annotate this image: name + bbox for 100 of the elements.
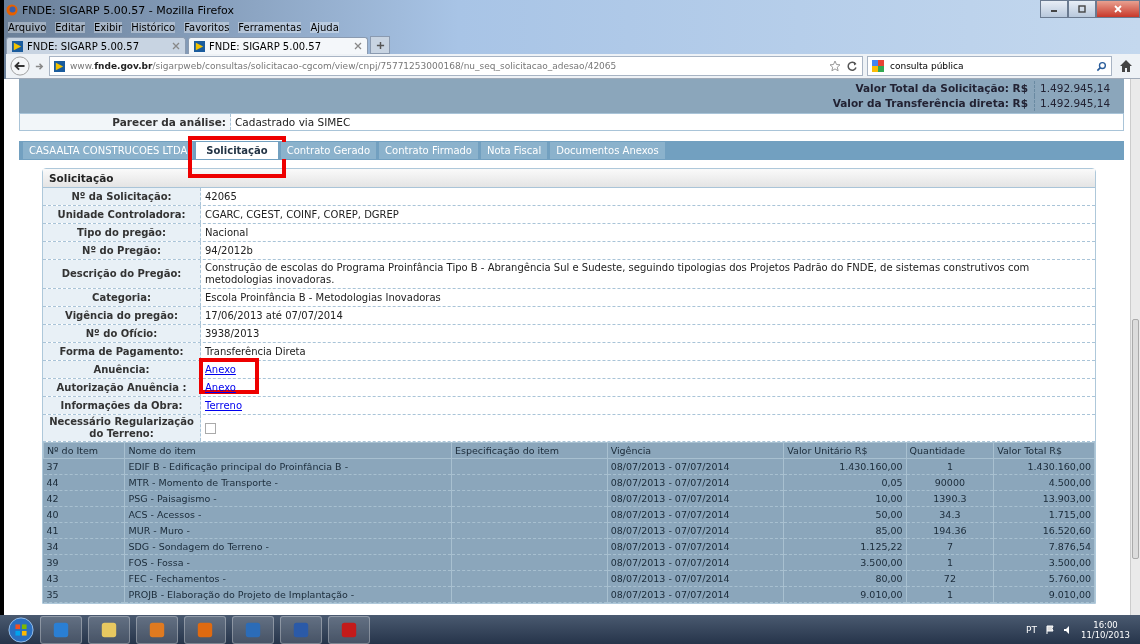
restore-button[interactable] bbox=[1068, 0, 1096, 18]
column-header: Quantidade bbox=[906, 442, 994, 459]
field-label: Anuência: bbox=[43, 361, 201, 378]
table-cell: 5.760,00 bbox=[993, 570, 1095, 587]
window-title: FNDE: SIGARP 5.00.57 - Mozilla Firefox bbox=[22, 3, 234, 17]
search-icon[interactable] bbox=[1096, 60, 1107, 72]
page-tab[interactable]: Solicitação bbox=[196, 142, 278, 159]
table-cell: 42 bbox=[43, 490, 125, 507]
table-cell: 08/07/2013 - 07/07/2014 bbox=[607, 458, 784, 475]
menu-item[interactable]: Favoritos bbox=[184, 21, 230, 33]
table-cell: 16.520,60 bbox=[993, 522, 1095, 539]
field-value: Nacional bbox=[205, 226, 249, 239]
field-value: CGARC, CGEST, COINF, COREP, DGREP bbox=[205, 208, 399, 221]
table-cell: 9.010,00 bbox=[783, 586, 907, 603]
menu-item[interactable]: Ferramentas bbox=[238, 21, 302, 33]
flag-icon[interactable] bbox=[1045, 624, 1055, 635]
back-icon[interactable] bbox=[10, 56, 30, 76]
table-cell: 08/07/2013 - 07/07/2014 bbox=[607, 586, 784, 603]
new-tab-button[interactable] bbox=[370, 36, 390, 54]
total-value: 1.492.945,14 bbox=[1039, 96, 1112, 111]
menu-item[interactable]: Arquivo bbox=[8, 21, 47, 33]
field-value: Construção de escolas do Programa Proinfância Tipo B - Abrangência Sul e Sudeste, seguindo tipologias dos Projetos Padrão do FNDE, de sistemas construtivos com metodologias inovadoras. bbox=[205, 262, 1031, 286]
table-cell: 34 bbox=[43, 538, 125, 555]
total-label: Valor da Transferência direta: R$ bbox=[832, 96, 1035, 111]
taskbar-app-icon[interactable] bbox=[88, 615, 130, 644]
plus-icon bbox=[375, 40, 385, 50]
attachment-link[interactable]: Anexo bbox=[205, 381, 236, 394]
taskbar-app-icon[interactable] bbox=[328, 615, 370, 644]
field-value: 42065 bbox=[205, 190, 237, 203]
close-icon bbox=[1113, 4, 1123, 14]
table-cell: 50,00 bbox=[783, 506, 907, 523]
table-cell: 90000 bbox=[906, 474, 994, 491]
language-indicator[interactable]: PT bbox=[1026, 624, 1037, 635]
field-label: Descrição do Pregão: bbox=[43, 260, 201, 288]
table-cell: 1.715,00 bbox=[993, 506, 1095, 523]
menu-item[interactable]: Histórico bbox=[131, 21, 176, 33]
table-cell: 40 bbox=[43, 506, 125, 523]
restore-icon bbox=[1077, 4, 1087, 14]
close-icon[interactable] bbox=[354, 42, 362, 50]
table-cell: 1390.3 bbox=[906, 490, 994, 507]
field-label: Informações da Obra: bbox=[43, 397, 201, 414]
field-label: Nº do Pregão: bbox=[43, 242, 201, 259]
field-value: 3938/2013 bbox=[205, 327, 260, 340]
site-icon bbox=[194, 40, 205, 52]
address-field[interactable]: www.fnde.gov.br/sigarpweb/consultas/solicitacao-cgcom/view/cnpj/75771253000168/nu_seq_solicitacao_adesao/42065 bbox=[49, 56, 863, 76]
field-value: 17/06/2013 até 07/07/2014 bbox=[205, 309, 343, 322]
attachment-link[interactable]: Terreno bbox=[205, 399, 242, 412]
attachment-link[interactable]: Anexo bbox=[205, 363, 236, 376]
star-icon[interactable] bbox=[829, 60, 841, 72]
menu-item[interactable]: Ajuda bbox=[310, 21, 339, 33]
field-label: Unidade Controladora: bbox=[43, 206, 201, 223]
site-icon bbox=[54, 60, 65, 72]
taskbar-app-icon[interactable] bbox=[40, 615, 82, 644]
table-cell: 08/07/2013 - 07/07/2014 bbox=[607, 506, 784, 523]
table-cell: 10,00 bbox=[783, 490, 907, 507]
taskbar-app-icon[interactable] bbox=[136, 615, 178, 644]
table-cell: FOS - Fossa - bbox=[125, 554, 452, 571]
scrollbar[interactable] bbox=[1130, 79, 1140, 615]
field-label: Categoria: bbox=[43, 289, 201, 306]
table-cell: 1 bbox=[906, 458, 994, 475]
table-cell: 1.430.160,00 bbox=[783, 458, 907, 475]
total-value: 1.492.945,14 bbox=[1039, 81, 1112, 96]
menu-item[interactable]: Editar bbox=[55, 21, 85, 33]
column-header: Nº do Item bbox=[43, 442, 125, 459]
table-cell: FEC - Fechamentos - bbox=[125, 570, 452, 587]
taskbar-app-icon[interactable] bbox=[232, 615, 274, 644]
table-cell: 34.3 bbox=[906, 506, 994, 523]
start-button[interactable] bbox=[8, 616, 34, 643]
table-cell: 44 bbox=[43, 474, 125, 491]
browser-tab[interactable]: FNDE: SIGARP 5.00.57 bbox=[188, 37, 368, 54]
search-field[interactable]: consulta pública bbox=[867, 56, 1112, 76]
field-label: Necessário Regularização do Terreno: bbox=[43, 415, 201, 441]
table-cell: 41 bbox=[43, 522, 125, 539]
search-engine-icon[interactable] bbox=[872, 60, 884, 72]
taskbar-app-icon[interactable] bbox=[184, 615, 226, 644]
table-cell: 43 bbox=[43, 570, 125, 587]
table-cell: 0,05 bbox=[783, 474, 907, 491]
taskbar-app-icon[interactable] bbox=[280, 615, 322, 644]
table-cell: SDG - Sondagem do Terreno - bbox=[125, 538, 452, 555]
total-label: Valor Total da Solicitação: R$ bbox=[855, 81, 1035, 96]
table-cell: 08/07/2013 - 07/07/2014 bbox=[607, 490, 784, 507]
clock[interactable]: 16:00 11/10/2013 bbox=[1081, 619, 1130, 640]
table-cell: MTR - Momento de Transporte - bbox=[125, 474, 452, 491]
minimize-button[interactable] bbox=[1040, 0, 1068, 18]
menu-item[interactable]: Exibir bbox=[93, 21, 123, 33]
field-label: Autorização Anuência : bbox=[43, 379, 201, 396]
close-icon[interactable] bbox=[172, 42, 180, 50]
close-button[interactable] bbox=[1096, 0, 1140, 18]
field-value: Escola Proinfância B - Metodologias Inovadoras bbox=[205, 291, 441, 304]
checkbox[interactable] bbox=[205, 422, 216, 434]
browser-tab[interactable]: FNDE: SIGARP 5.00.57 bbox=[6, 37, 186, 54]
table-cell: 1 bbox=[906, 586, 994, 603]
table-cell: 3.500,00 bbox=[993, 554, 1095, 571]
table-cell: 08/07/2013 - 07/07/2014 bbox=[607, 538, 784, 555]
refresh-icon[interactable] bbox=[846, 60, 858, 72]
table-cell: 37 bbox=[43, 458, 125, 475]
table-cell: ACS - Acessos - bbox=[125, 506, 452, 523]
table-cell: 85,00 bbox=[783, 522, 907, 539]
column-header: Valor Total R$ bbox=[993, 442, 1095, 459]
table-cell: 72 bbox=[906, 570, 994, 587]
